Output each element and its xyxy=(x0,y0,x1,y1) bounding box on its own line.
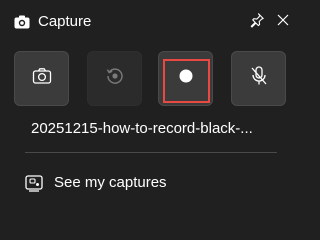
see-my-captures-link[interactable]: See my captures xyxy=(24,170,167,196)
widget-header: Capture xyxy=(0,0,301,42)
camera-icon xyxy=(13,13,31,31)
record-icon xyxy=(179,69,193,88)
microphone-toggle-button[interactable] xyxy=(231,51,286,106)
pin-button[interactable] xyxy=(246,11,268,33)
gallery-icon xyxy=(24,173,44,193)
pin-icon xyxy=(249,12,265,33)
camera-icon xyxy=(32,67,52,90)
close-button[interactable] xyxy=(272,11,294,33)
capture-widget: Capture 20251215-how-to-record-black-...… xyxy=(0,0,301,216)
widget-title: Capture xyxy=(38,13,92,30)
record-last-button[interactable] xyxy=(87,51,142,106)
take-screenshot-button[interactable] xyxy=(14,51,69,106)
see-my-captures-label: See my captures xyxy=(54,174,167,191)
start-recording-button[interactable] xyxy=(158,51,213,106)
close-icon xyxy=(276,13,290,32)
last-capture-filename[interactable]: 20251215-how-to-record-black-... xyxy=(31,120,281,138)
replay-icon xyxy=(105,66,125,91)
mic-off-icon xyxy=(249,65,269,92)
divider xyxy=(25,152,277,153)
